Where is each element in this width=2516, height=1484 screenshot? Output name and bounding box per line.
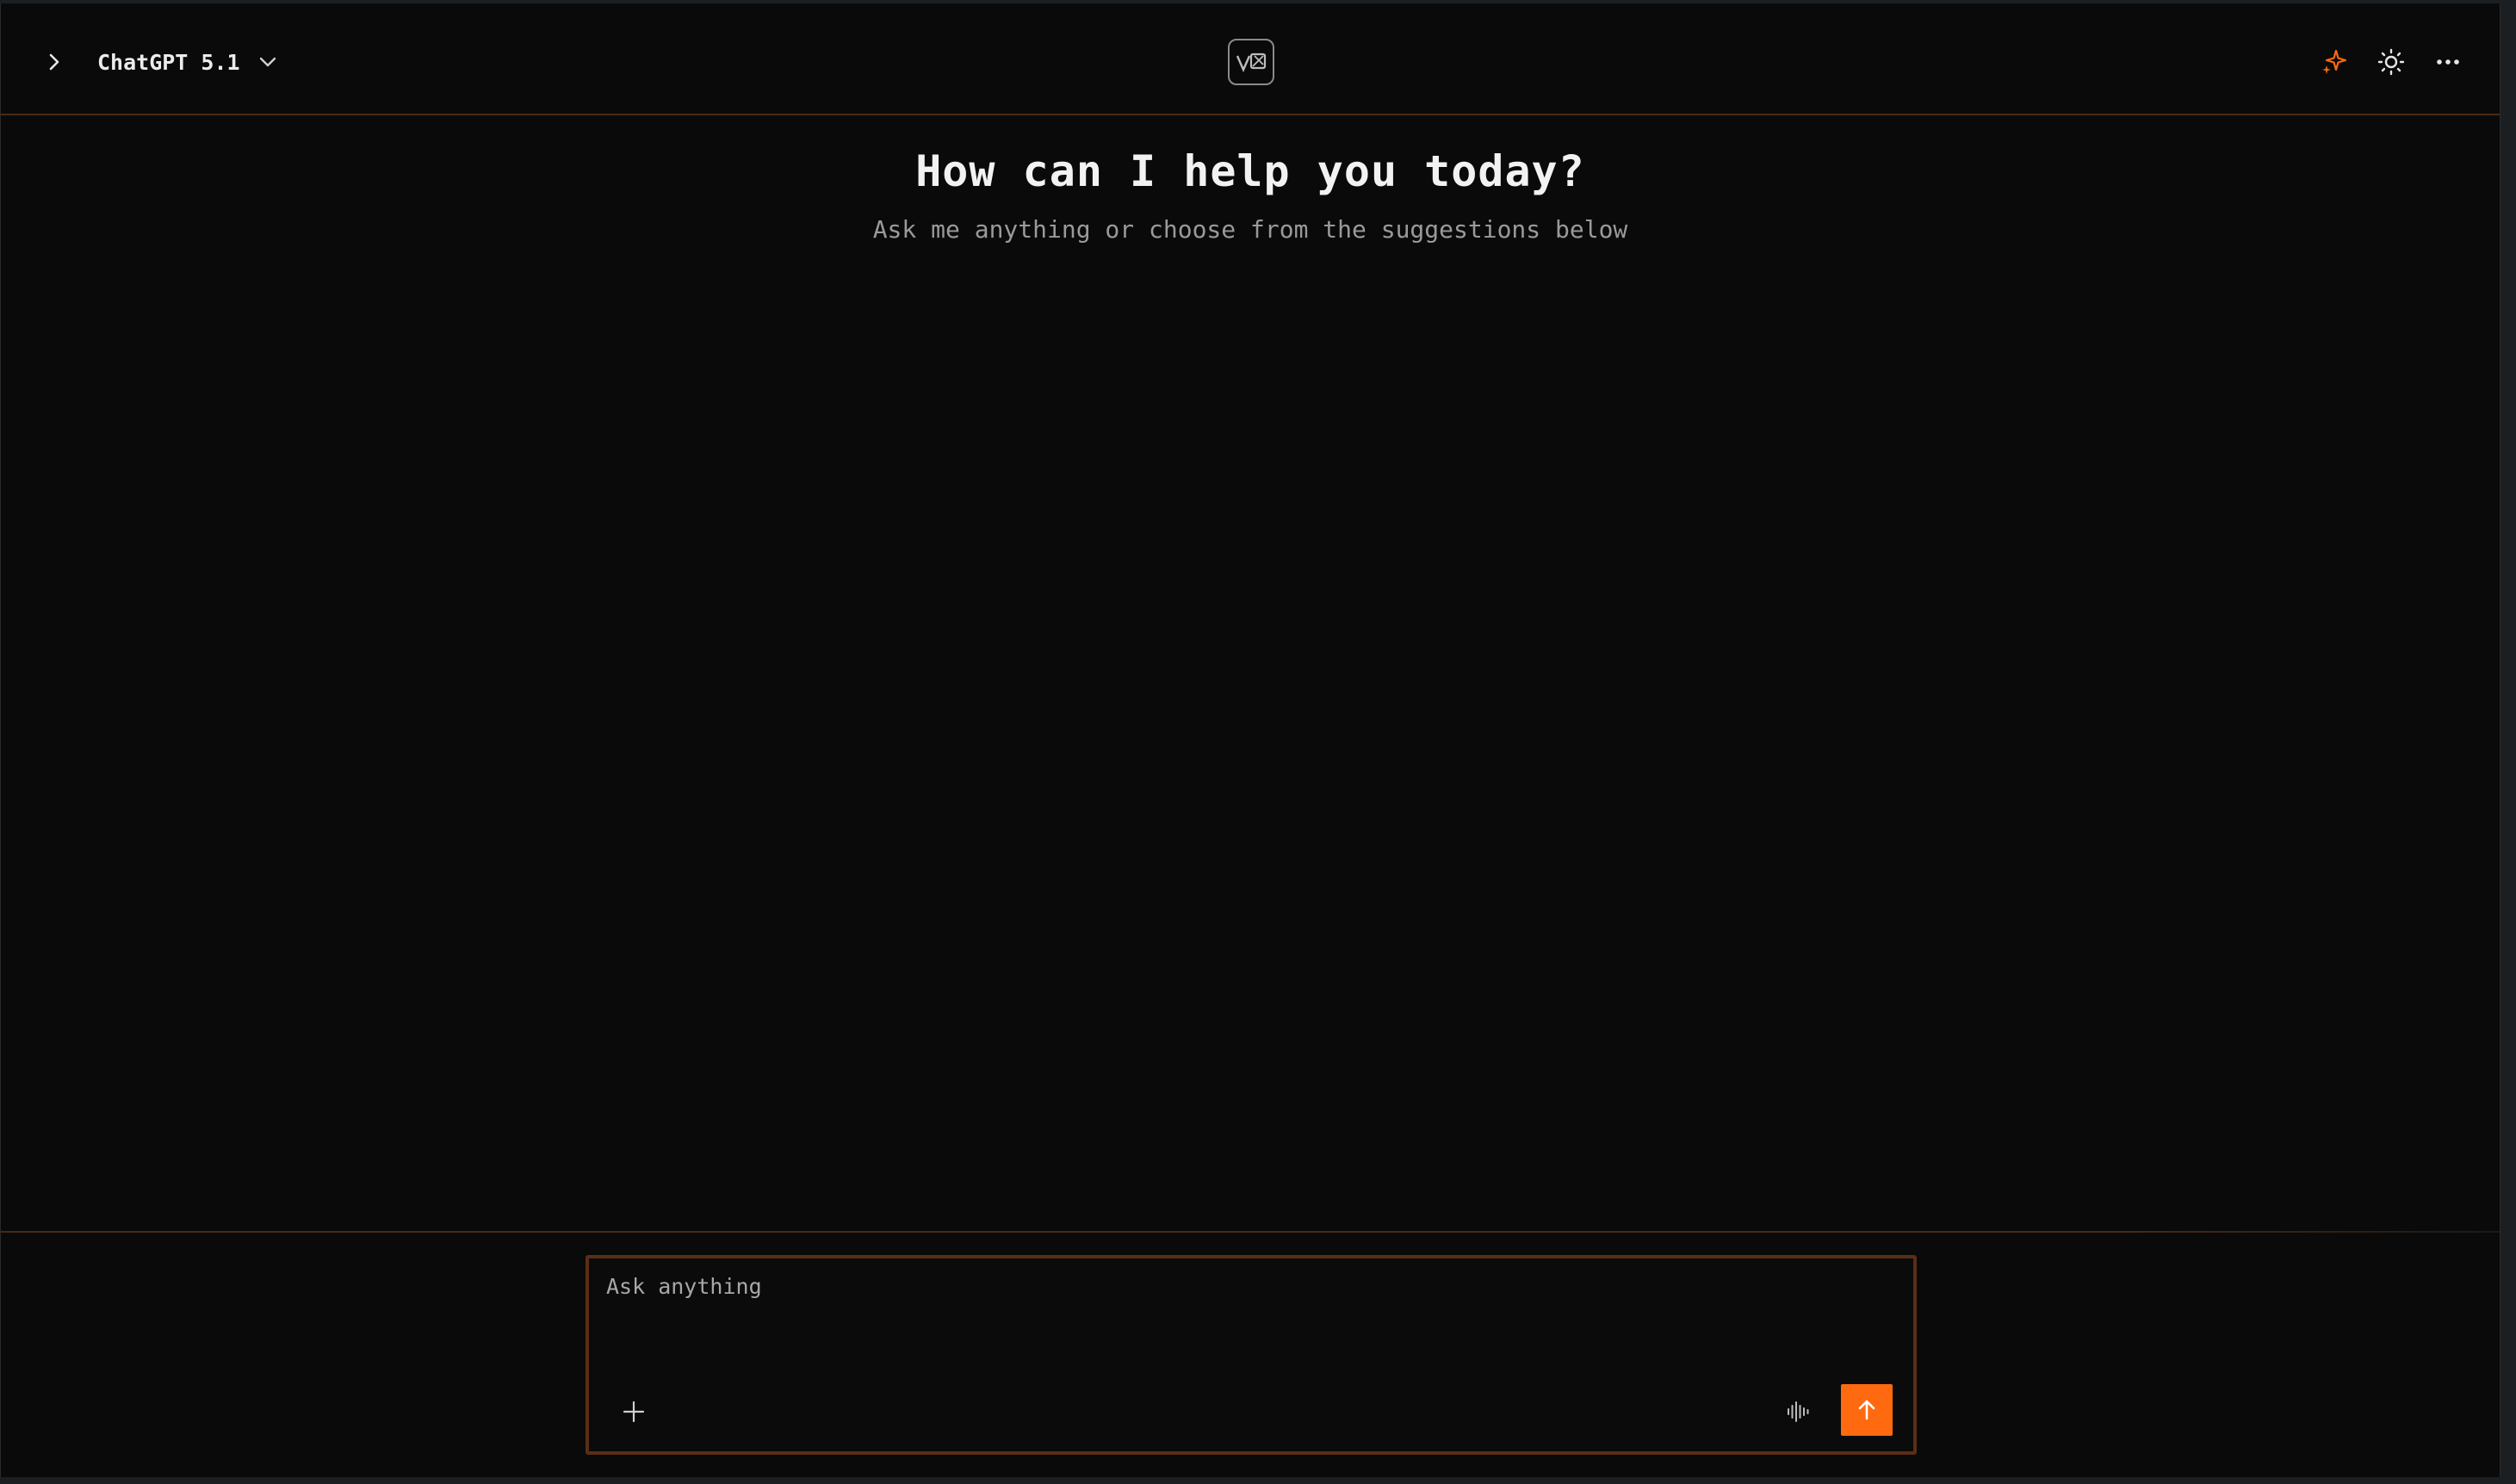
header-actions bbox=[2319, 41, 2463, 83]
sparkle-icon bbox=[2322, 49, 2347, 74]
message-input[interactable] bbox=[606, 1274, 1881, 1351]
chevron-right-icon bbox=[49, 53, 59, 71]
page-title: How can I help you today? bbox=[915, 146, 1585, 196]
chevron-down-icon bbox=[259, 57, 276, 67]
sun-icon bbox=[2377, 48, 2405, 76]
app-logo bbox=[1228, 39, 1274, 85]
send-button[interactable] bbox=[1841, 1384, 1893, 1436]
sparkle-button[interactable] bbox=[2319, 46, 2350, 77]
page-subtitle: Ask me anything or choose from the sugge… bbox=[872, 215, 1628, 244]
plus-icon bbox=[623, 1401, 645, 1423]
voice-input-button[interactable] bbox=[1781, 1394, 1817, 1429]
message-composer bbox=[586, 1255, 1917, 1455]
arrow-up-icon bbox=[1858, 1400, 1875, 1420]
top-bar: ChatGPT 5.1 bbox=[1, 3, 2500, 115]
waveform-icon bbox=[1788, 1401, 1809, 1422]
app-window: ChatGPT 5.1 How can I help you today? As… bbox=[0, 3, 2501, 1477]
model-selector[interactable]: ChatGPT 5.1 bbox=[97, 43, 278, 81]
logo-mark-icon bbox=[1236, 53, 1267, 72]
model-name: ChatGPT 5.1 bbox=[97, 49, 240, 75]
chat-area: How can I help you today? Ask me anythin… bbox=[1, 115, 2500, 1231]
sidebar-toggle-button[interactable] bbox=[39, 46, 70, 77]
theme-toggle-button[interactable] bbox=[2376, 46, 2407, 77]
more-options-button[interactable] bbox=[2432, 46, 2463, 77]
composer-divider bbox=[1, 1231, 2500, 1233]
attach-button[interactable] bbox=[617, 1394, 651, 1429]
more-horizontal-icon bbox=[2437, 59, 2459, 65]
